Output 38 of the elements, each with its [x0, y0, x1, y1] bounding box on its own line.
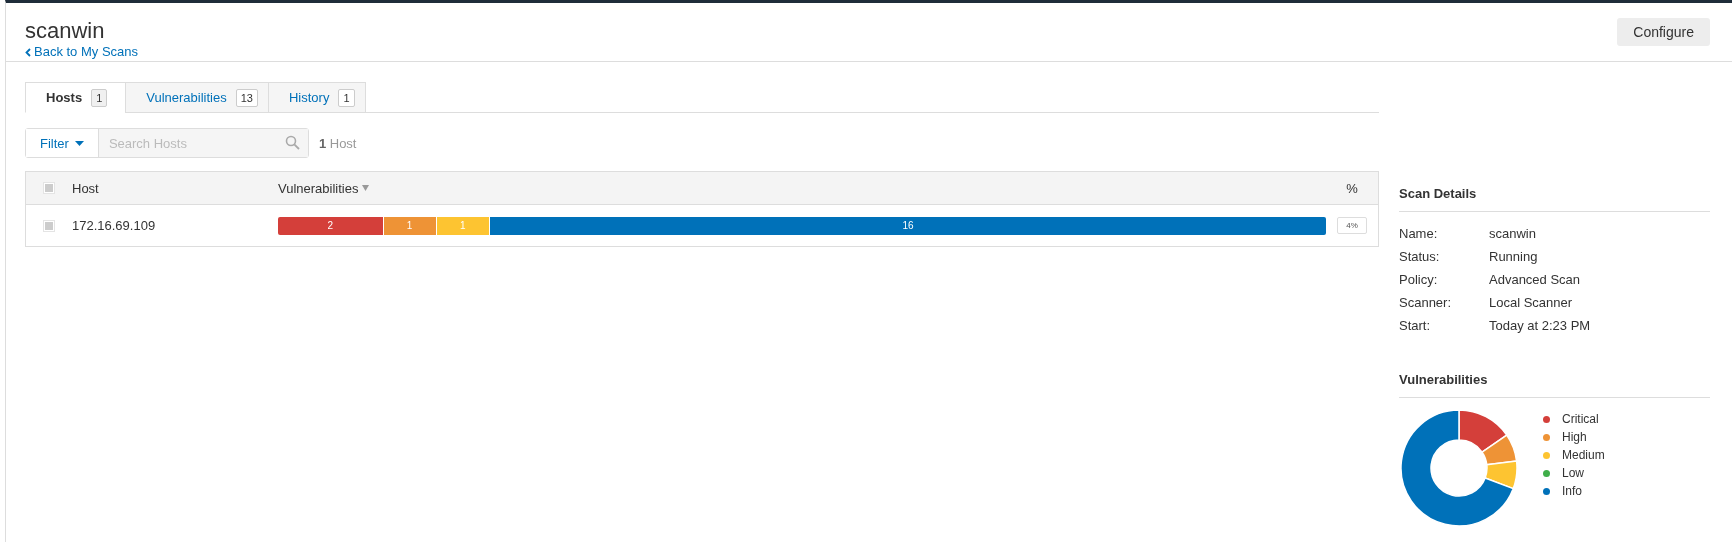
host-address[interactable]: 172.16.69.109 — [72, 218, 156, 233]
legend-label: Critical — [1562, 412, 1599, 426]
column-header[interactable]: Host — [72, 180, 99, 196]
severity-segment[interactable]: 2 — [278, 216, 383, 235]
result-count: 1 Host — [318, 135, 357, 151]
chevron-left-icon — [25, 47, 31, 57]
tab[interactable]: Vulnerabilities 13 — [125, 82, 269, 113]
column-header[interactable]: % — [1346, 180, 1358, 196]
detail-label: Start: — [1399, 317, 1432, 334]
count-badge: 1 — [338, 88, 355, 107]
detail-label: Scanner: — [1399, 294, 1453, 311]
legend-label: High — [1562, 430, 1587, 444]
detail-label: Policy: — [1399, 271, 1439, 288]
detail-label: Status: — [1399, 248, 1441, 265]
detail-label: Name: — [1399, 225, 1439, 242]
tab[interactable]: History 1 — [267, 82, 366, 113]
column-header[interactable]: Vulnerabilities — [278, 180, 359, 196]
severity-segment[interactable]: 16 — [490, 216, 1326, 235]
checkbox[interactable] — [43, 182, 55, 194]
count-badge: 1 — [91, 88, 108, 107]
detail-value: Local Scanner — [1489, 294, 1574, 311]
legend-label: Medium — [1562, 448, 1605, 462]
detail-value: scanwin — [1489, 225, 1537, 242]
section-title: Scan Details — [1399, 186, 1710, 212]
legend-label: Low — [1562, 466, 1584, 480]
legend-label: Info — [1562, 484, 1582, 498]
percent-badge: 4% — [1337, 217, 1367, 234]
back-link[interactable]: Back to My Scans — [25, 44, 139, 60]
detail-value: Running — [1489, 248, 1539, 265]
scan-title: scanwin — [25, 18, 106, 44]
detail-value: Advanced Scan — [1489, 271, 1582, 288]
count-badge: 13 — [235, 88, 258, 107]
sort-icon[interactable] — [362, 185, 370, 191]
detail-value: Today at 2:23 PM — [1489, 317, 1592, 334]
tab[interactable]: Hosts 1 — [25, 82, 127, 113]
configure-button[interactable]: Configure — [1617, 18, 1710, 46]
checkbox[interactable] — [43, 219, 55, 232]
section-title: Vulnerabilities — [1399, 372, 1710, 398]
